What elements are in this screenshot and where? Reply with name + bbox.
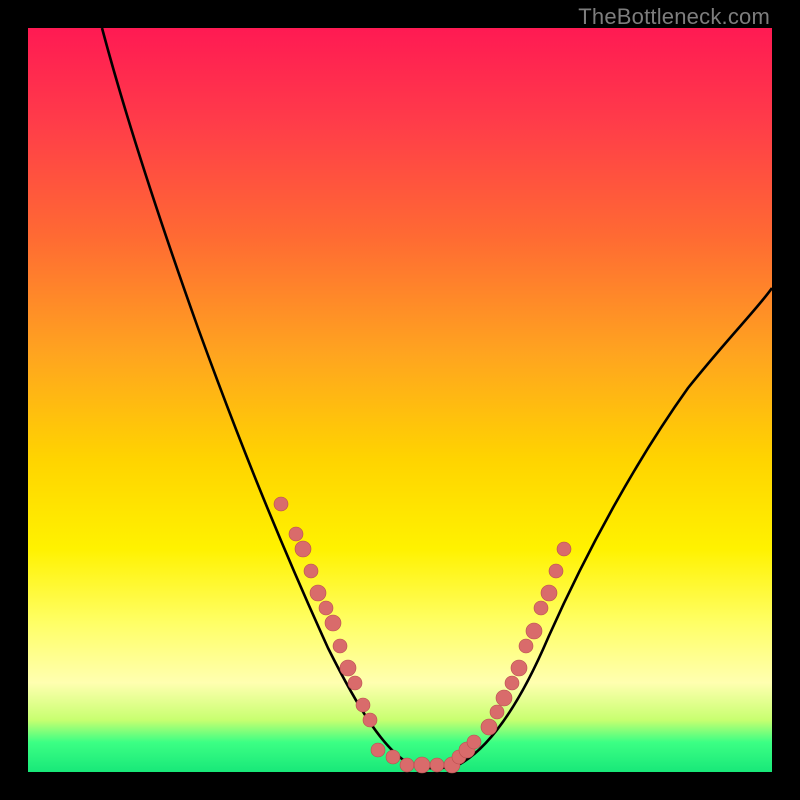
scatter-dot [371, 743, 385, 757]
scatter-dot [430, 758, 444, 772]
scatter-dot [333, 639, 347, 653]
scatter-dot [348, 676, 362, 690]
scatter-dot [325, 615, 341, 631]
scatter-dot [505, 676, 519, 690]
scatter-dot [526, 623, 542, 639]
watermark-text: TheBottleneck.com [578, 4, 770, 30]
scatter-dot [304, 564, 318, 578]
scatter-dot [534, 601, 548, 615]
chart-frame: TheBottleneck.com [0, 0, 800, 800]
scatter-dot [295, 541, 311, 557]
scatter-group [274, 497, 571, 773]
scatter-dot [496, 690, 512, 706]
scatter-dot [310, 585, 326, 601]
scatter-dot [490, 705, 504, 719]
scatter-dot [274, 497, 288, 511]
scatter-dot [467, 735, 481, 749]
scatter-dot [511, 660, 527, 676]
scatter-dot [519, 639, 533, 653]
chart-svg [28, 28, 772, 772]
scatter-dot [363, 713, 377, 727]
plot-area [28, 28, 772, 772]
scatter-dot [549, 564, 563, 578]
scatter-dot [557, 542, 571, 556]
main-curve [102, 28, 772, 768]
scatter-dot [340, 660, 356, 676]
scatter-dot [481, 719, 497, 735]
scatter-dot [289, 527, 303, 541]
scatter-dot [356, 698, 370, 712]
scatter-dot [414, 757, 430, 773]
scatter-dot [400, 758, 414, 772]
scatter-dot [541, 585, 557, 601]
scatter-dot [319, 601, 333, 615]
scatter-dot [386, 750, 400, 764]
